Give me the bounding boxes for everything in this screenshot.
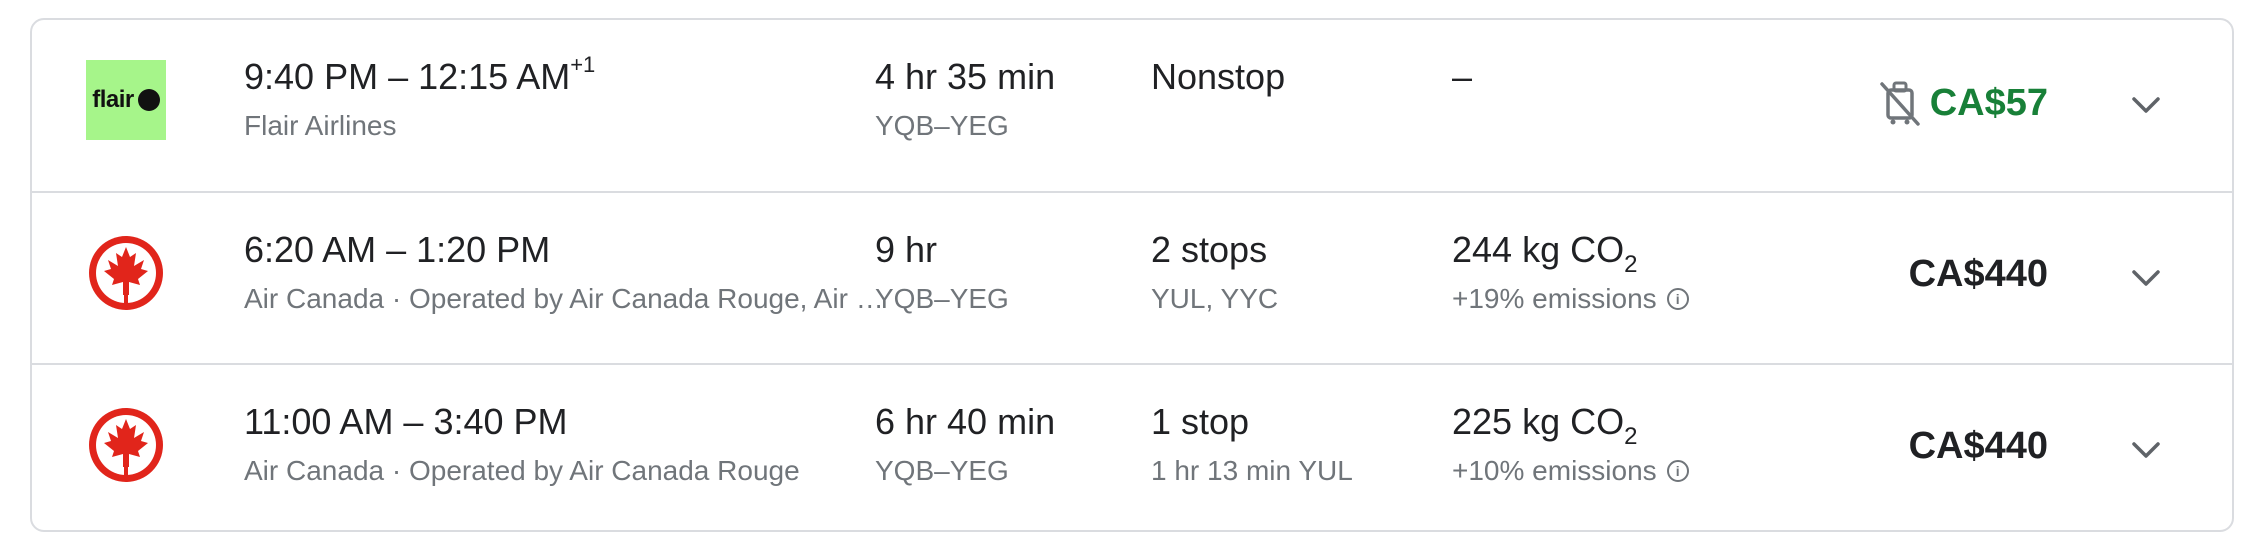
maple-leaf-icon: [89, 408, 163, 482]
chevron-down-icon[interactable]: [2124, 257, 2168, 301]
flight-times: 6:20 AM – 1:20 PM: [244, 229, 551, 270]
emissions-value: 225 kg CO: [1452, 401, 1625, 442]
flight-row[interactable]: 6:20 AM – 1:20 PM Air Canada · Operated …: [32, 191, 2232, 364]
flight-row[interactable]: flair 9:40 PM – 12:15 AM+1 Flair Airline…: [32, 20, 2232, 191]
flight-stops: Nonstop: [1151, 56, 1286, 97]
flight-stops: 1 stop: [1151, 401, 1250, 442]
flight-stops: 2 stops: [1151, 229, 1268, 270]
emissions-value: 244 kg CO: [1452, 229, 1625, 270]
airline-name: Air Canada · Operated by Air Canada Roug…: [244, 283, 884, 314]
emissions-detail: +10% emissions i: [1452, 455, 1689, 487]
flight-row[interactable]: 11:00 AM – 3:40 PM Air Canada · Operated…: [32, 363, 2232, 530]
flight-duration: 6 hr 40 min: [875, 401, 1056, 442]
price-value: CA$440: [1908, 253, 2048, 295]
flight-emissions: 244 kg CO2: [1452, 229, 1638, 279]
logo-text: flair: [92, 86, 134, 113]
emissions-subscript: 2: [1624, 251, 1638, 279]
flight-route: YQB–YEG: [875, 455, 1009, 486]
flight-price: CA$440: [1909, 425, 2048, 468]
price-value: CA$440: [1908, 425, 2048, 467]
air-canada-logo: [86, 405, 166, 485]
stop-airports: YUL, YYC: [1151, 283, 1279, 314]
flight-route: YQB–YEG: [875, 110, 1009, 141]
airline-name: Air Canada · Operated by Air Canada Roug…: [244, 455, 800, 486]
day-offset: +1: [570, 52, 596, 77]
flight-price: CA$440: [1909, 253, 2048, 296]
chevron-down-icon[interactable]: [2124, 429, 2168, 473]
flight-results-list: flair 9:40 PM – 12:15 AM+1 Flair Airline…: [30, 18, 2234, 532]
info-icon[interactable]: i: [1666, 460, 1689, 482]
flight-duration: 4 hr 35 min: [875, 56, 1056, 97]
flight-times: 11:00 AM – 3:40 PM: [244, 401, 568, 442]
flair-airlines-logo: flair: [86, 60, 166, 140]
emissions-percent: +19% emissions: [1452, 283, 1657, 314]
chevron-down-icon[interactable]: [2124, 84, 2168, 128]
flight-times: 9:40 PM – 12:15 AM+1: [244, 52, 595, 98]
emissions-percent: +10% emissions: [1452, 455, 1657, 486]
airline-name: Flair Airlines: [244, 110, 397, 141]
flight-price: CA$57: [1878, 80, 2048, 126]
no-carry-on-bag-icon: [1879, 81, 1920, 126]
emissions-subscript: 2: [1624, 423, 1638, 451]
layover-detail: 1 hr 13 min YUL: [1151, 455, 1353, 486]
flight-duration: 9 hr: [875, 229, 938, 270]
info-icon[interactable]: i: [1666, 288, 1689, 310]
price-value: CA$57: [1929, 81, 2048, 124]
maple-leaf-icon: [89, 236, 163, 310]
flight-emissions: 225 kg CO2: [1452, 401, 1638, 451]
flight-route: YQB–YEG: [875, 283, 1009, 314]
emissions-detail: +19% emissions i: [1452, 283, 1689, 315]
flight-emissions: –: [1452, 56, 1473, 97]
air-canada-logo: [86, 233, 166, 313]
times-text: 9:40 PM – 12:15 AM: [244, 56, 571, 97]
